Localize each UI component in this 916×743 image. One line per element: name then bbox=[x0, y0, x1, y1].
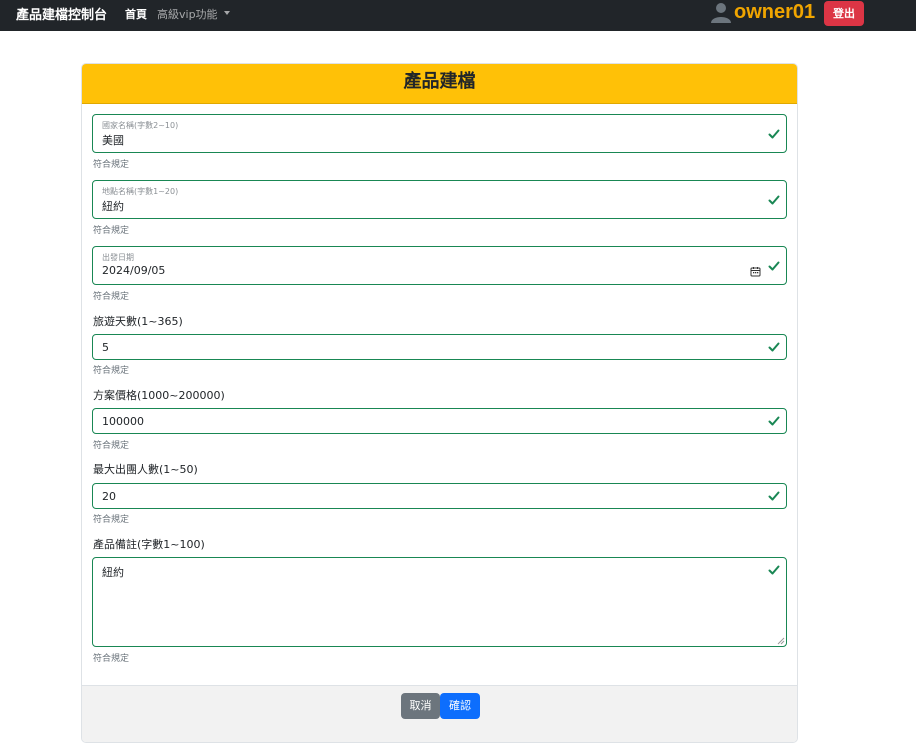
max-people-value: 20 bbox=[102, 490, 116, 503]
nav-vip-label: 高級vip功能 bbox=[157, 8, 218, 21]
card-footer: 取消 確認 bbox=[82, 685, 797, 742]
check-icon bbox=[768, 195, 780, 205]
check-icon bbox=[768, 129, 780, 139]
price-feedback: 符合規定 bbox=[93, 441, 130, 451]
top-navbar: 產品建檔控制台 首頁 高級vip功能 owner01 登出 bbox=[0, 0, 916, 31]
notes-feedback: 符合規定 bbox=[93, 654, 130, 664]
location-name-feedback: 符合規定 bbox=[93, 226, 130, 236]
brand-title[interactable]: 產品建檔控制台 bbox=[16, 4, 107, 23]
location-name-label: 地點名稱(字數1~20) bbox=[102, 187, 179, 196]
check-icon bbox=[768, 416, 780, 426]
cancel-button[interactable]: 取消 bbox=[401, 693, 440, 719]
nav-vip-dropdown[interactable]: 高級vip功能 bbox=[157, 6, 230, 22]
max-people-feedback: 符合規定 bbox=[93, 515, 130, 525]
notes-label: 產品備註(字數1~100) bbox=[93, 538, 205, 551]
country-name-input[interactable]: 國家名稱(字數2~10) 美國 bbox=[92, 114, 787, 153]
confirm-button[interactable]: 確認 bbox=[440, 693, 480, 719]
travel-days-value: 5 bbox=[102, 341, 109, 354]
location-name-value: 紐約 bbox=[102, 200, 124, 213]
notes-value: 紐約 bbox=[102, 566, 124, 579]
card-header: 產品建檔 bbox=[82, 64, 797, 104]
departure-date-label: 出發日期 bbox=[102, 253, 134, 262]
caret-down-icon bbox=[223, 11, 230, 15]
nav-home-link[interactable]: 首頁 bbox=[125, 6, 147, 22]
max-people-label: 最大出團人數(1~50) bbox=[93, 463, 198, 476]
country-name-feedback: 符合規定 bbox=[93, 160, 130, 170]
travel-days-input[interactable]: 5 bbox=[92, 334, 787, 360]
check-icon bbox=[768, 565, 780, 575]
location-name-input[interactable]: 地點名稱(字數1~20) 紐約 bbox=[92, 180, 787, 219]
username-label: owner01 bbox=[734, 1, 816, 23]
card-title: 產品建檔 bbox=[403, 71, 476, 92]
price-label: 方案價格(1000~200000) bbox=[93, 389, 225, 402]
travel-days-label: 旅遊天數(1~365) bbox=[93, 315, 183, 328]
resize-handle-icon[interactable] bbox=[777, 637, 785, 645]
person-icon bbox=[711, 3, 731, 23]
check-icon bbox=[768, 261, 780, 271]
travel-days-feedback: 符合規定 bbox=[93, 366, 130, 376]
logout-button[interactable]: 登出 bbox=[824, 1, 864, 26]
country-name-value: 美國 bbox=[102, 134, 124, 147]
calendar-icon[interactable] bbox=[750, 266, 761, 277]
departure-date-input[interactable]: 出發日期 2024/09/05 bbox=[92, 246, 787, 285]
check-icon bbox=[768, 491, 780, 501]
max-people-input[interactable]: 20 bbox=[92, 483, 787, 509]
country-name-label: 國家名稱(字數2~10) bbox=[102, 121, 179, 130]
product-form-card: 產品建檔 國家名稱(字數2~10) 美國 符合規定 地點名稱(字數1~20) 紐… bbox=[81, 63, 798, 743]
notes-textarea[interactable]: 紐約 bbox=[92, 557, 787, 647]
departure-date-value: 2024/09/05 bbox=[102, 264, 166, 277]
departure-date-feedback: 符合規定 bbox=[93, 292, 130, 302]
price-input[interactable]: 100000 bbox=[92, 408, 787, 434]
price-value: 100000 bbox=[102, 415, 144, 428]
check-icon bbox=[768, 342, 780, 352]
